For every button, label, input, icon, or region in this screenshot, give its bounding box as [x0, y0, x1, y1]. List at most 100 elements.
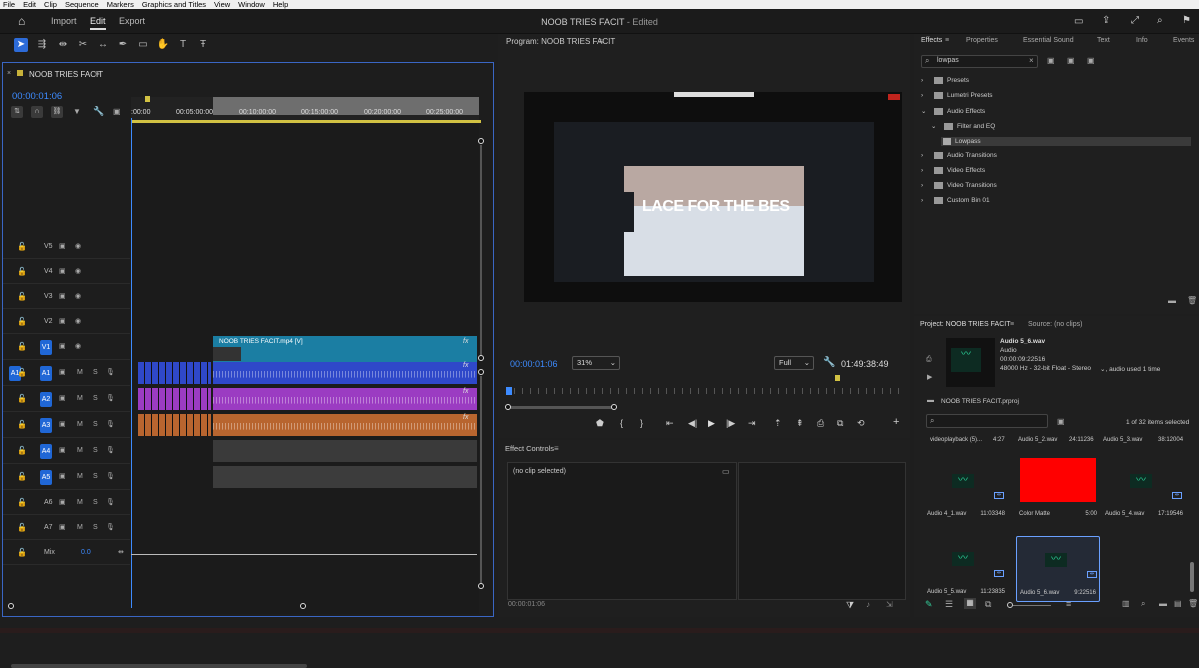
track-target-a3[interactable]: A3: [40, 418, 52, 433]
ripple-edit-icon[interactable]: ⇹: [56, 38, 70, 52]
lock-icon[interactable]: 🔓: [17, 498, 27, 507]
panel-menu-icon[interactable]: ≡: [95, 69, 100, 78]
camera-icon[interactable]: ⎙: [817, 418, 824, 429]
panel-menu-icon[interactable]: ≡: [945, 37, 949, 44]
track-header-v4[interactable]: 🔓 V4 ▣ ◉: [3, 259, 130, 284]
mute-button[interactable]: M: [77, 395, 83, 402]
menu-item[interactable]: Edit: [23, 0, 36, 9]
bin-item[interactable]: 〰 ⇹ Audio 5_5.wav 11:23835: [924, 536, 1008, 602]
marker-icon[interactable]: ▼: [73, 107, 81, 116]
new-item-icon[interactable]: ▤: [1174, 599, 1182, 608]
chevron-right-icon[interactable]: ›: [921, 182, 930, 189]
playhead[interactable]: [131, 118, 132, 608]
tab-effects[interactable]: Effects: [921, 37, 942, 44]
add-marker-icon[interactable]: ⬟: [596, 418, 604, 429]
freeform-view-icon[interactable]: ⧉: [985, 599, 991, 610]
menu-item[interactable]: Graphics and Titles: [142, 0, 206, 9]
filter-icon[interactable]: ⧩: [846, 600, 854, 611]
vr-icon[interactable]: ⟲: [857, 418, 865, 429]
track-header-a2[interactable]: 🔓 A2 ▣ M S 🎙: [3, 386, 130, 412]
effects-tree-item[interactable]: › Custom Bin 01: [921, 197, 990, 204]
info-usage[interactable]: ⌄, audio used 1 time: [1100, 365, 1160, 373]
preview-play-icon[interactable]: ▶: [927, 373, 932, 381]
short-clips-a2[interactable]: [138, 388, 211, 410]
sync-lock-icon[interactable]: ▣: [59, 394, 66, 402]
sync-lock-icon[interactable]: ▣: [59, 267, 66, 275]
razor-icon[interactable]: ✂: [76, 38, 90, 52]
sync-lock-icon[interactable]: ▣: [59, 446, 66, 454]
mark-out-icon[interactable]: }: [640, 418, 643, 428]
project-scrollbar[interactable]: [1190, 562, 1194, 592]
solo-button[interactable]: S: [93, 369, 98, 376]
lock-icon[interactable]: 🔓: [17, 292, 27, 301]
quality-dropdown[interactable]: Full ⌄: [774, 356, 814, 370]
track-target-a2[interactable]: A2: [40, 392, 52, 407]
share-icon[interactable]: ⇪: [1102, 15, 1110, 26]
new-bin-icon[interactable]: ▬: [1159, 599, 1167, 608]
lock-icon[interactable]: 🔓: [17, 242, 27, 251]
track-target-v1[interactable]: V1: [40, 340, 52, 355]
horizontal-scrollbar[interactable]: [11, 664, 307, 668]
lock-icon[interactable]: 🔓: [17, 472, 27, 481]
effects-tree-item[interactable]: › Video Transitions: [921, 182, 997, 189]
clear-search-icon[interactable]: ×: [1029, 56, 1034, 65]
vertical-type-icon[interactable]: Ŧ: [196, 38, 210, 52]
chevron-down-icon[interactable]: ⌄: [921, 107, 930, 115]
write-enable-icon[interactable]: ✎: [925, 599, 933, 610]
solo-button[interactable]: S: [93, 447, 98, 454]
sync-lock-icon[interactable]: ▣: [59, 292, 66, 300]
sync-lock-icon[interactable]: ▣: [59, 342, 66, 350]
track-header-a4[interactable]: 🔓 A4 ▣ M S 🎙: [3, 438, 130, 464]
timeline-panel[interactable]: × NOOB TRIES FACIT ≡ 00:00:01:06 ⇅ ∩ ⛓ ▼…: [2, 62, 494, 668]
export-icon[interactable]: ⇲: [886, 600, 893, 609]
mute-button[interactable]: M: [77, 369, 83, 376]
linked-select-icon[interactable]: ⛓: [51, 106, 63, 118]
sync-lock-icon[interactable]: ▣: [59, 523, 66, 531]
sync-lock-icon[interactable]: ▣: [59, 317, 66, 325]
vscroll-bar[interactable]: [480, 145, 482, 357]
track-header-a6[interactable]: 🔓 A6 ▣ M S 🎙: [3, 490, 130, 515]
source-tab[interactable]: Source: (no clips): [1028, 321, 1082, 328]
mute-button[interactable]: M: [77, 524, 83, 531]
bin-item[interactable]: 〰 ⇹ Audio 5_6.wav 9:22516: [1016, 536, 1100, 602]
mix-track-header[interactable]: 🔓 Mix 0.0 ⇹: [3, 540, 130, 565]
hand-icon[interactable]: ✋: [156, 38, 170, 52]
track-header-a1[interactable]: A1 🔓 A1 ▣ M S 🎙: [3, 360, 130, 386]
yuv-effects-icon[interactable]: ▣: [1087, 56, 1095, 65]
list-view-icon[interactable]: ☰: [945, 599, 953, 610]
eye-icon[interactable]: ◉: [75, 242, 81, 250]
marker-flag[interactable]: [145, 96, 150, 102]
lock-icon[interactable]: 🔓: [17, 317, 27, 326]
video-preview[interactable]: LACE FOR THE BES: [524, 92, 902, 302]
lock-icon[interactable]: 🔓: [17, 548, 27, 557]
settings-wrench-icon[interactable]: 🔧: [823, 357, 835, 368]
type-icon[interactable]: T: [176, 38, 190, 52]
menu-item[interactable]: Markers: [107, 0, 134, 9]
hscroll-handle-left[interactable]: [8, 603, 14, 609]
step-back-icon[interactable]: ◀|: [688, 418, 697, 429]
lock-icon[interactable]: 🔓: [17, 446, 27, 455]
menu-item[interactable]: Window: [238, 0, 265, 9]
track-select-icon[interactable]: ⇶: [35, 38, 49, 52]
solo-button[interactable]: S: [93, 473, 98, 480]
panel-menu-icon[interactable]: ≡: [599, 37, 604, 46]
icon-view-icon[interactable]: ▦: [964, 598, 976, 609]
audio-clip-a5[interactable]: [213, 466, 477, 488]
audio-clip-a4[interactable]: [213, 440, 477, 462]
vscroll-handle-top[interactable]: [478, 138, 484, 144]
close-tab-icon[interactable]: ×: [7, 70, 11, 77]
microphone-icon[interactable]: 🎙: [106, 498, 115, 506]
nest-icon[interactable]: ⇅: [11, 106, 23, 118]
microphone-icon[interactable]: 🎙: [106, 446, 115, 454]
vscroll-handle-bottom[interactable]: [478, 583, 484, 589]
audio-clip-a3[interactable]: fx: [213, 414, 477, 436]
mute-button[interactable]: M: [77, 499, 83, 506]
sync-lock-icon[interactable]: ▣: [59, 472, 66, 480]
menu-item[interactable]: Sequence: [65, 0, 99, 9]
zoom-slider-track[interactable]: [1013, 605, 1051, 606]
chevron-down-icon[interactable]: ⌄: [931, 122, 940, 130]
bin-item[interactable]: 〰 ⇹ Audio 4_1.wav 11:03348: [924, 458, 1008, 524]
lock-icon[interactable]: 🔓: [17, 342, 27, 351]
play-icon[interactable]: ▶: [708, 418, 715, 429]
snap-icon[interactable]: ∩: [31, 106, 43, 118]
